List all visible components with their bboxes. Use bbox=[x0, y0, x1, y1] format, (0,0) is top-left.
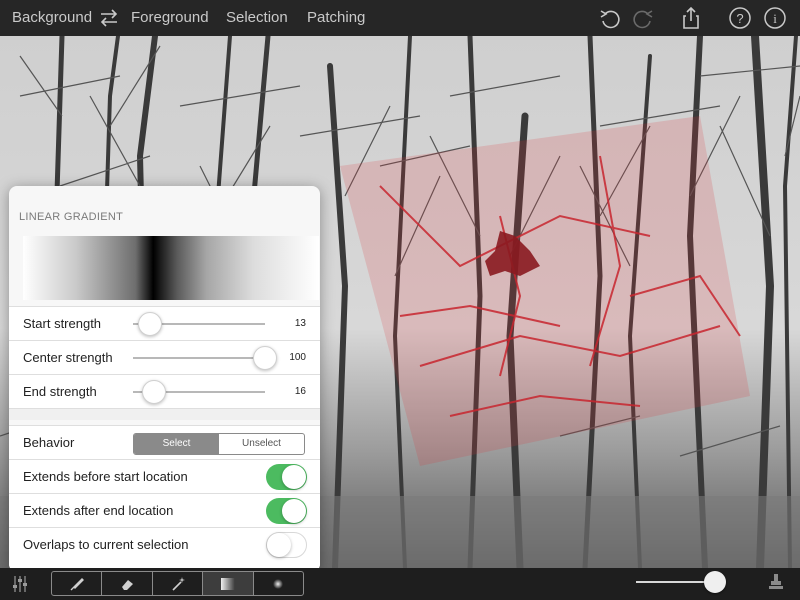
brush-icon bbox=[70, 577, 84, 590]
toggle-knob bbox=[282, 465, 306, 489]
brush-tool[interactable] bbox=[52, 572, 103, 595]
linear-gradient-panel: LINEAR GRADIENT Start strength 13 Center… bbox=[9, 186, 320, 572]
panel-title: LINEAR GRADIENT bbox=[19, 211, 124, 223]
linear-gradient-tool[interactable] bbox=[203, 572, 254, 595]
end-strength-row: End strength 16 bbox=[9, 374, 320, 408]
extends-before-row: Extends before start location bbox=[9, 459, 320, 493]
overlaps-toggle[interactable] bbox=[266, 532, 307, 558]
extends-after-toggle[interactable] bbox=[266, 498, 307, 524]
tool-segmented-control bbox=[51, 571, 304, 596]
selection-overlay bbox=[340, 116, 750, 466]
svg-text:?: ? bbox=[736, 11, 743, 26]
linear-gradient-icon bbox=[220, 577, 235, 590]
share-icon[interactable] bbox=[678, 5, 704, 31]
start-strength-label: Start strength bbox=[23, 316, 102, 331]
extends-after-row: Extends after end location bbox=[9, 493, 320, 527]
extends-before-toggle[interactable] bbox=[266, 464, 307, 490]
overlaps-row: Overlaps to current selection bbox=[9, 527, 320, 572]
end-strength-label: End strength bbox=[23, 384, 97, 399]
center-strength-track[interactable] bbox=[133, 357, 265, 359]
end-strength-value: 16 bbox=[294, 386, 306, 397]
toggle-knob bbox=[267, 533, 291, 557]
magic-wand-icon bbox=[171, 576, 185, 591]
eraser-tool[interactable] bbox=[102, 572, 153, 595]
adjustments-icon[interactable] bbox=[10, 574, 30, 594]
start-strength-value: 13 bbox=[294, 318, 306, 329]
svg-text:i: i bbox=[773, 11, 777, 26]
center-strength-row: Center strength 100 bbox=[9, 340, 320, 374]
behavior-label: Behavior bbox=[23, 435, 75, 450]
tab-selection[interactable]: Selection bbox=[226, 9, 288, 26]
behavior-row: Behavior Select Unselect bbox=[9, 425, 320, 459]
tab-patching[interactable]: Patching bbox=[307, 9, 365, 26]
tab-background[interactable]: Background bbox=[12, 9, 92, 26]
start-strength-slider[interactable] bbox=[138, 312, 163, 336]
behavior-select-option[interactable]: Select bbox=[134, 434, 219, 454]
eraser-icon bbox=[122, 579, 134, 590]
center-strength-slider[interactable] bbox=[253, 346, 277, 370]
stamp-icon[interactable] bbox=[766, 572, 786, 592]
behavior-unselect-option[interactable]: Unselect bbox=[219, 434, 304, 454]
behavior-segmented-control: Select Unselect bbox=[133, 433, 305, 455]
brush-size-slider[interactable] bbox=[704, 571, 726, 593]
radial-gradient-tool[interactable] bbox=[254, 572, 303, 595]
radial-gradient-icon bbox=[273, 578, 284, 589]
overlaps-label: Overlaps to current selection bbox=[23, 537, 189, 552]
extends-before-label: Extends before start location bbox=[23, 469, 188, 484]
start-strength-row: Start strength 13 bbox=[9, 306, 320, 340]
redo-icon[interactable] bbox=[630, 5, 656, 31]
end-strength-slider[interactable] bbox=[142, 380, 167, 404]
info-icon[interactable]: i bbox=[762, 5, 788, 31]
center-strength-label: Center strength bbox=[23, 350, 113, 365]
gradient-preview bbox=[23, 236, 319, 300]
top-toolbar: Background Foreground Selection Patching… bbox=[0, 0, 800, 36]
toggle-knob bbox=[282, 499, 306, 523]
swap-icon[interactable] bbox=[96, 5, 122, 31]
extends-after-label: Extends after end location bbox=[23, 503, 174, 518]
undo-icon[interactable] bbox=[597, 5, 623, 31]
section-divider bbox=[9, 408, 320, 420]
help-icon[interactable]: ? bbox=[727, 5, 753, 31]
tab-foreground[interactable]: Foreground bbox=[131, 9, 209, 26]
center-strength-value: 100 bbox=[289, 352, 306, 363]
magic-wand-tool[interactable] bbox=[153, 572, 204, 595]
